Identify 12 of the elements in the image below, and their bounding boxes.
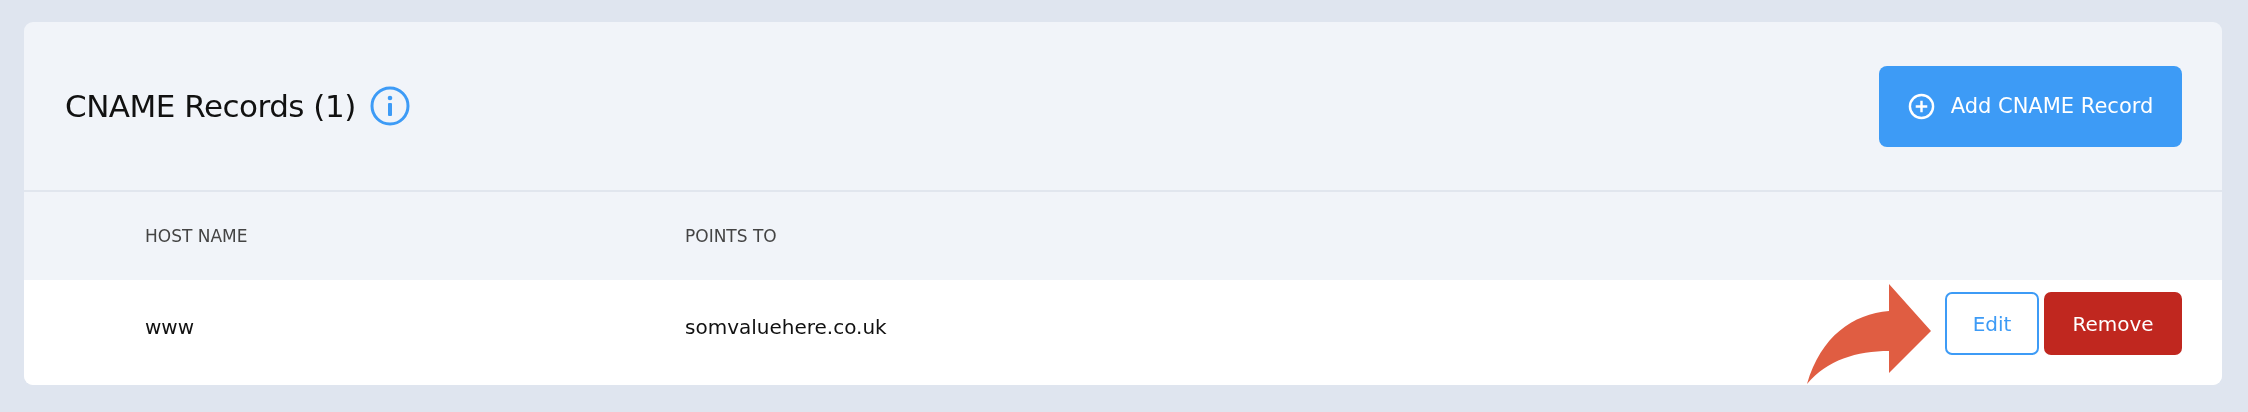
plus-circle-icon — [1907, 92, 1935, 120]
section-title: CNAME Records (1) — [65, 88, 356, 124]
table-cell: somvaluehere.co.uk — [685, 314, 887, 339]
remove-button[interactable]: Remove — [2044, 292, 2182, 355]
edit-button[interactable]: Edit — [1945, 292, 2039, 355]
table-cell: www — [145, 314, 195, 339]
add-record-button[interactable]: Add CNAME Record — [1879, 65, 2182, 147]
column-header: HOST NAME — [145, 226, 248, 246]
info-icon[interactable] — [369, 86, 410, 126]
add-record-label: Add CNAME Record — [1950, 94, 2154, 118]
curved-arrow-icon — [1807, 284, 1931, 384]
column-header: POINTS TO — [685, 226, 777, 246]
